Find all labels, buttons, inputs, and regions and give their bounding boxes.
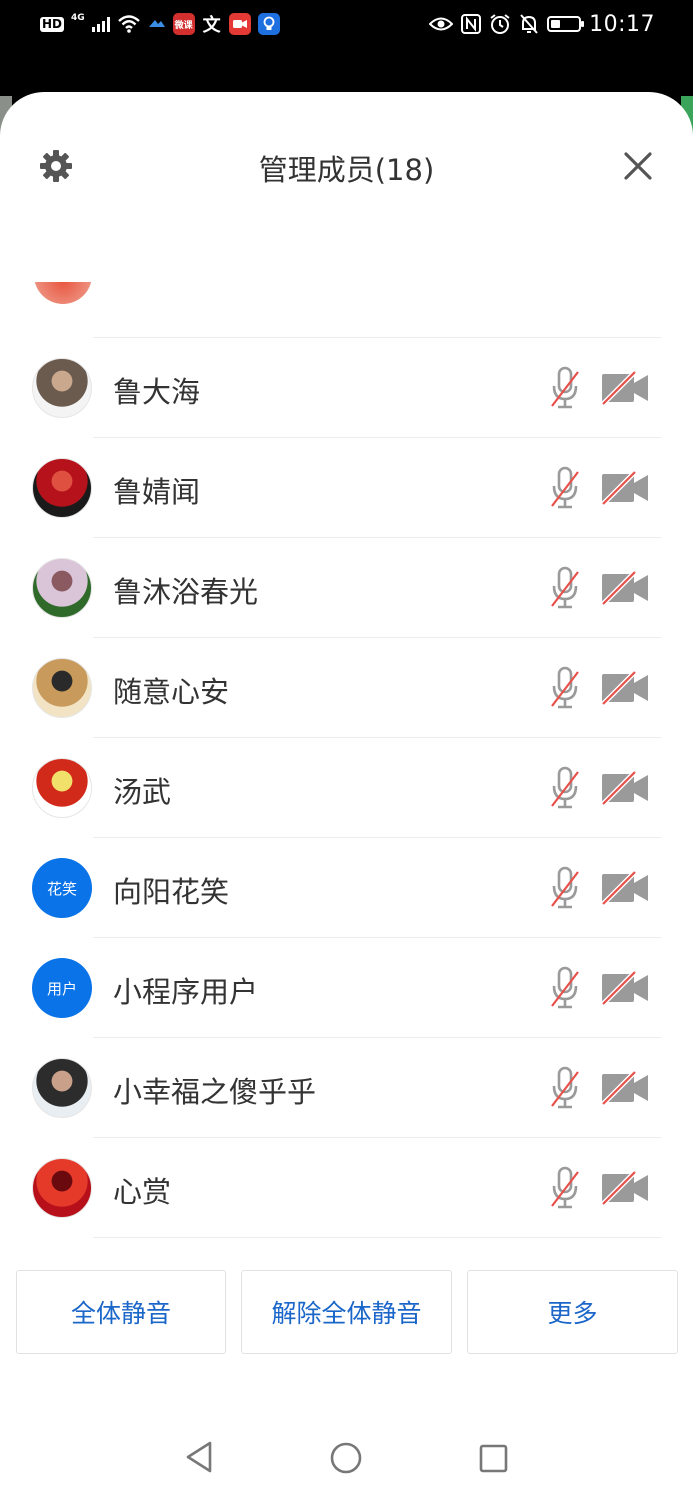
status-left-icons: HD 4G 微课 文	[40, 12, 280, 36]
nfc-icon	[461, 14, 482, 34]
avatar	[32, 458, 92, 518]
mic-muted-icon[interactable]	[549, 666, 581, 710]
member-name: 小程序用户	[113, 975, 259, 1009]
mic-muted-icon[interactable]	[549, 866, 581, 910]
alarm-icon	[490, 14, 510, 34]
member-row[interactable]: 鲁沐浴春光	[0, 538, 693, 638]
member-row[interactable]: 汤武	[0, 738, 693, 838]
camera-off-icon[interactable]	[601, 771, 649, 805]
member-name: 向阳花笑	[113, 875, 230, 909]
member-name: 鲁大海	[113, 375, 201, 409]
mic-muted-icon[interactable]	[549, 766, 581, 810]
close-icon[interactable]	[620, 148, 656, 184]
app-wen-icon: 文	[202, 15, 221, 36]
hd-indicator: HD	[40, 16, 65, 32]
camera-off-icon[interactable]	[601, 871, 649, 905]
member-row[interactable]: 心赏	[0, 1138, 693, 1238]
app-weike-icon: 微课	[172, 13, 195, 35]
recent-apps-icon[interactable]	[479, 1444, 508, 1473]
member-name: 鲁沐浴春光	[113, 575, 259, 609]
app-bird-icon	[148, 20, 165, 27]
eye-icon	[429, 17, 454, 31]
camera-off-icon[interactable]	[601, 971, 649, 1005]
member-list[interactable]: 鲁大海鲁婧闻鲁沐浴春光随意心安汤武花笑向阳花笑用户小程序用户小幸福之傻乎乎心赏子…	[0, 192, 693, 1242]
avatar: 用户	[32, 958, 92, 1018]
mute-all-button[interactable]: 全体静音	[16, 1270, 226, 1354]
camera-off-icon[interactable]	[601, 1171, 649, 1205]
member-row[interactable]: 鲁大海	[0, 338, 693, 438]
status-right-icons: 10:17	[429, 11, 655, 37]
member-row[interactable]: 花笑 向阳花笑	[0, 838, 693, 938]
wifi-icon	[117, 15, 140, 33]
member-row[interactable]: 子非鱼	[0, 1238, 693, 1242]
battery-icon	[547, 16, 585, 32]
avatar	[32, 658, 92, 718]
mic-muted-icon[interactable]	[549, 1166, 581, 1210]
network-type: 4G	[71, 13, 85, 23]
action-buttons: 全体静音 解除全体静音 更多	[0, 1270, 693, 1354]
avatar	[32, 758, 92, 818]
unmute-all-button[interactable]: 解除全体静音	[241, 1270, 452, 1354]
status-bar: HD 4G 微课 文 10:17	[0, 0, 693, 50]
back-icon[interactable]	[184, 1440, 214, 1474]
mic-muted-icon[interactable]	[549, 1066, 581, 1110]
member-row[interactable]: 用户 小程序用户	[0, 938, 693, 1038]
avatar	[32, 1158, 92, 1218]
member-row[interactable]: 随意心安	[0, 638, 693, 738]
avatar	[32, 358, 92, 418]
member-row[interactable]: 鲁婧闻	[0, 438, 693, 538]
more-button[interactable]: 更多	[467, 1270, 678, 1354]
camera-off-icon[interactable]	[601, 671, 649, 705]
mic-muted-icon[interactable]	[549, 466, 581, 510]
home-icon[interactable]	[330, 1442, 362, 1474]
avatar	[32, 558, 92, 618]
camera-off-icon[interactable]	[601, 571, 649, 605]
member-name: 心赏	[113, 1175, 172, 1209]
avatar: 花笑	[32, 858, 92, 918]
member-name: 鲁婧闻	[113, 475, 201, 509]
member-name: 汤武	[113, 775, 172, 809]
camera-off-icon[interactable]	[601, 371, 649, 405]
member-name: 小幸福之傻乎乎	[113, 1075, 317, 1109]
camera-off-icon[interactable]	[601, 1071, 649, 1105]
clock: 10:17	[589, 11, 655, 37]
signal-icon	[91, 16, 110, 32]
mic-muted-icon[interactable]	[549, 966, 581, 1010]
avatar	[32, 1058, 92, 1118]
avatar	[34, 282, 92, 312]
app-video-icon	[228, 13, 251, 35]
mic-muted-icon[interactable]	[549, 366, 581, 410]
manage-members-sheet: 管理成员(18) 鲁大海 鲁婧闻 鲁沐浴春光 随意心安 汤武 花笑 向阳花笑 用户 小程序用户小…	[0, 92, 693, 1500]
member-name: 随意心安	[113, 675, 230, 709]
page-title: 管理成员(18)	[258, 153, 435, 187]
mic-muted-icon[interactable]	[549, 566, 581, 610]
bell-off-icon	[520, 14, 538, 34]
camera-off-icon[interactable]	[601, 471, 649, 505]
app-bulb-icon	[257, 13, 280, 35]
member-row[interactable]: 小幸福之傻乎乎	[0, 1038, 693, 1138]
